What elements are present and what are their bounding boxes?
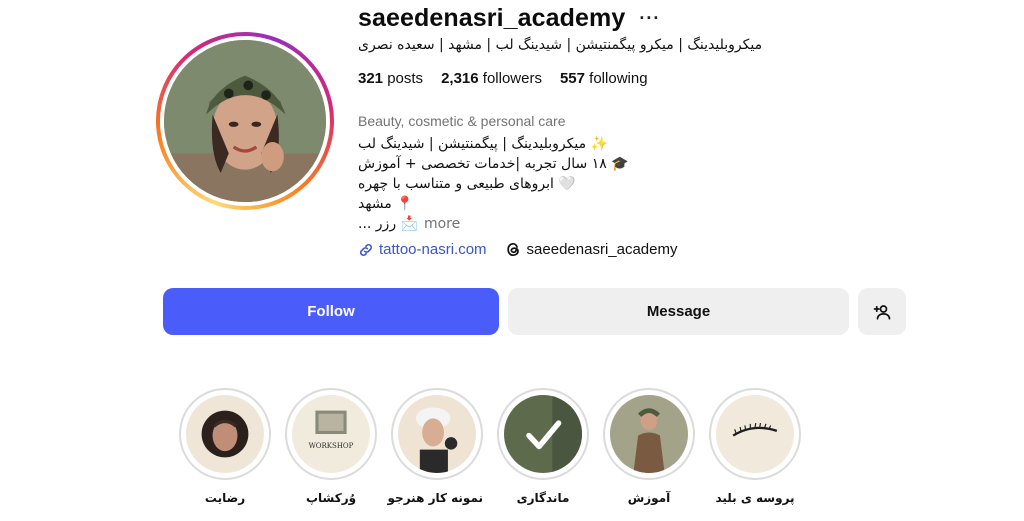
- highlight-item[interactable]: پروسه ی بلید: [709, 388, 801, 505]
- highlight-label: نمونه کار هنرجو: [387, 491, 483, 505]
- bio-line: 🎓 ۱۸ سال تجربه |خدمات تخصصی + آموزش: [358, 156, 629, 172]
- highlight-cover: [716, 395, 794, 473]
- bio-line: 📍 مشهد: [358, 196, 414, 212]
- highlight-label: پروسه ی بلید: [715, 491, 795, 505]
- profile-username: saeedenasri_academy: [358, 4, 626, 32]
- highlight-item[interactable]: ماندگاری: [497, 388, 589, 505]
- follow-button[interactable]: Follow: [163, 288, 499, 335]
- highlight-item[interactable]: نمونه کار هنرجو: [387, 388, 483, 505]
- bio-line: 🤍 ابروهای طبیعی و متناسب با چهره: [358, 176, 576, 192]
- highlight-cover: [610, 395, 688, 473]
- highlight-cover: [186, 395, 264, 473]
- profile-bio: ✨ میکروبلیدینگ | پیگمنتیشن | شیدینگ لب 🎓…: [358, 134, 629, 234]
- followers-stat[interactable]: 2,316 followers: [441, 70, 542, 87]
- threads-icon: [506, 242, 519, 257]
- bio-line: 📩 رزر ...: [358, 216, 418, 232]
- threads-handle: saeedenasri_academy: [526, 241, 678, 258]
- profile-avatar[interactable]: [156, 32, 334, 210]
- highlight-item[interactable]: آموزش: [603, 388, 695, 505]
- following-stat[interactable]: 557 following: [560, 70, 648, 87]
- highlight-cover: [398, 395, 476, 473]
- bio-line: ✨ میکروبلیدینگ | پیگمنتیشن | شیدینگ لب: [358, 136, 608, 152]
- highlight-item[interactable]: رضایت: [179, 388, 271, 505]
- highlight-item[interactable]: WORKSHOP وُرکشاپ: [285, 388, 377, 505]
- message-button[interactable]: Message: [508, 288, 849, 335]
- ellipsis-icon[interactable]: ···: [639, 8, 660, 29]
- website-link-text: tattoo-nasri.com: [379, 241, 487, 258]
- link-icon: [359, 243, 373, 256]
- highlight-cover: [504, 395, 582, 473]
- bio-more-link[interactable]: more: [424, 214, 460, 234]
- profile-stats: 321 posts 2,316 followers 557 following: [358, 70, 648, 87]
- add-user-icon: [873, 304, 891, 320]
- profile-category: Beauty, cosmetic & personal care: [358, 113, 566, 129]
- add-user-button[interactable]: [858, 288, 906, 335]
- highlight-cover: WORKSHOP: [292, 395, 370, 473]
- website-link[interactable]: tattoo-nasri.com: [358, 241, 487, 258]
- threads-link[interactable]: saeedenasri_academy: [505, 241, 678, 258]
- avatar-photo: [164, 40, 326, 202]
- workshop-text: WORKSHOP: [309, 441, 354, 450]
- highlight-label: آموزش: [627, 491, 671, 505]
- highlight-label: وُرکشاپ: [305, 491, 357, 505]
- highlight-label: رضایت: [204, 491, 246, 505]
- profile-full-name: میکروبلیدینگ | میکرو پیگمنتیشن | شیدینگ …: [358, 37, 763, 53]
- highlight-label: ماندگاری: [516, 491, 570, 505]
- posts-stat: 321 posts: [358, 70, 424, 87]
